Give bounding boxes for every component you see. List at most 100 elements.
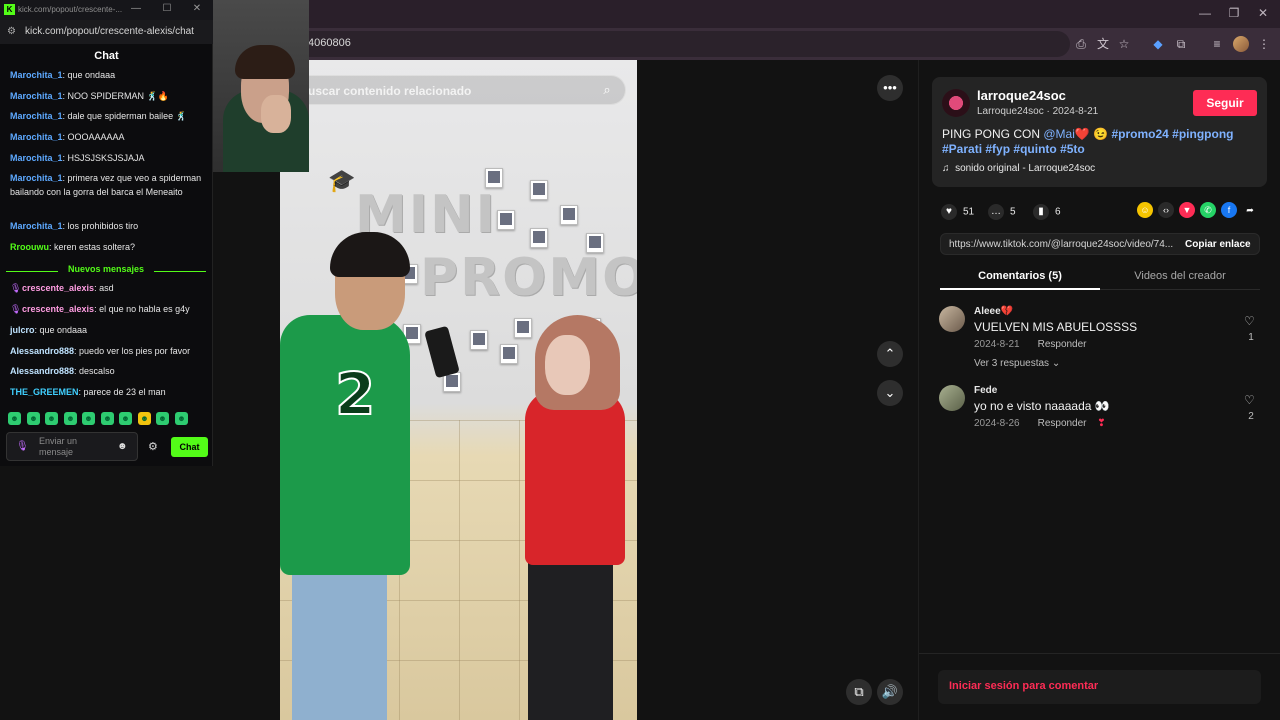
bookmark-icon[interactable]: ▮ xyxy=(1033,204,1049,220)
chat-username[interactable]: Marochita_1 xyxy=(10,70,63,80)
next-video-button[interactable]: ⌄ xyxy=(877,380,903,406)
chat-message: Marochita_1: que ondaaa xyxy=(10,68,208,82)
close-icon[interactable]: ✕ xyxy=(1254,6,1272,20)
login-to-comment-button[interactable]: Iniciar sesión para comentar xyxy=(938,670,1261,704)
url-field[interactable]: 4060806 xyxy=(290,31,1070,57)
hashtag-link[interactable]: #5to xyxy=(1060,142,1085,156)
url-text: 4060806 xyxy=(308,37,351,49)
copy-link-button[interactable]: Copiar enlace xyxy=(1185,239,1251,250)
reply-button[interactable]: Responder xyxy=(1038,339,1087,350)
follow-button[interactable]: Seguir xyxy=(1193,90,1257,116)
close-icon[interactable]: ✕ xyxy=(190,3,204,14)
chat-message-list[interactable]: Marochita_1: que ondaaa Marochita_1: NOO… xyxy=(0,68,213,404)
send-chat-button[interactable]: Chat xyxy=(171,437,208,457)
volume-icon[interactable]: 🔊 xyxy=(877,679,903,705)
emote-icon[interactable]: ☻ xyxy=(101,412,114,425)
chat-username[interactable]: Rroouwu xyxy=(10,242,49,252)
emote-icon[interactable]: ☻ xyxy=(175,412,188,425)
emoji-picker-icon[interactable]: ☻ xyxy=(117,441,128,452)
comment-icon[interactable]: … xyxy=(988,204,1004,220)
hashtag-link[interactable]: #pingpong xyxy=(1172,127,1233,141)
restore-icon[interactable]: ❐ xyxy=(1225,6,1243,20)
extension-icon[interactable]: ◆ xyxy=(1150,36,1166,52)
author-username[interactable]: larroque24soc xyxy=(977,88,1066,103)
chat-username[interactable]: THE_GREEMEN xyxy=(10,387,79,397)
hashtag-link[interactable]: #Parati xyxy=(942,142,982,156)
embed-icon[interactable]: ‹› xyxy=(1158,202,1174,218)
emote-icon[interactable]: ☻ xyxy=(45,412,58,425)
more-options-icon[interactable]: ••• xyxy=(877,75,903,101)
search-icon[interactable]: ⌕ xyxy=(599,82,615,98)
browser-menu-icon[interactable]: ⋮ xyxy=(1256,36,1272,52)
chat-settings-icon[interactable]: ⚙ xyxy=(148,440,158,453)
comment-stat[interactable]: … 5 xyxy=(988,204,1016,220)
chat-username[interactable]: Alessandro888 xyxy=(10,366,74,376)
emote-icon[interactable]: ☻ xyxy=(138,412,151,425)
emote-icon[interactable]: ☻ xyxy=(119,412,132,425)
caption-emoji: 😉 xyxy=(1093,127,1109,141)
translate-icon[interactable]: 文 xyxy=(1095,36,1111,52)
video-player[interactable]: MINI PROMO 🎓 2 xyxy=(280,60,637,720)
view-replies-button[interactable]: Ver 3 respuestas ⌄ xyxy=(974,358,1060,369)
media-control-icon[interactable]: ≡ xyxy=(1209,36,1225,52)
sound-link[interactable]: ♫ sonido original - Larroque24soc xyxy=(942,163,1095,174)
chat-username[interactable]: crescente_alexis xyxy=(22,304,94,314)
tab-creator-videos[interactable]: Videos del creador xyxy=(1100,266,1260,290)
chat-username[interactable]: Alessandro888 xyxy=(10,346,74,356)
save-stat[interactable]: ▮ 6 xyxy=(1033,204,1061,220)
floating-player-icon[interactable]: ⧉ xyxy=(846,679,872,705)
chat-username[interactable]: crescente_alexis xyxy=(22,283,94,293)
friends-share-icon[interactable]: ☺ xyxy=(1137,202,1153,218)
comment-text: yo no e visto naaaada 👀 xyxy=(974,399,1110,413)
profile-avatar[interactable] xyxy=(1233,36,1249,52)
heart-icon[interactable]: ♥ xyxy=(941,204,957,220)
previous-video-button[interactable]: ⌃ xyxy=(877,341,903,367)
emote-icon[interactable]: ☻ xyxy=(27,412,40,425)
send-to-friends-icon[interactable]: ▼ xyxy=(1179,202,1195,218)
maximize-icon[interactable]: ☐ xyxy=(160,3,174,14)
video-link[interactable]: https://www.tiktok.com/@larroque24soc/vi… xyxy=(949,239,1174,250)
chat-username[interactable]: Marochita_1 xyxy=(10,132,63,142)
chat-message-input[interactable]: 🎙 Enviar un mensaje ☻ xyxy=(6,432,138,461)
chat-username[interactable]: julcro xyxy=(10,325,35,335)
whatsapp-icon[interactable]: ✆ xyxy=(1200,202,1216,218)
chat-username[interactable]: Marochita_1 xyxy=(10,221,63,231)
facebook-icon[interactable]: f xyxy=(1221,202,1237,218)
share-arrow-icon[interactable]: ➦ xyxy=(1242,202,1258,218)
chat-username[interactable]: Marochita_1 xyxy=(10,173,63,183)
commenter-avatar[interactable] xyxy=(939,385,965,411)
caption-emoji: ❤️ xyxy=(1074,127,1090,141)
commenter-name[interactable]: Fede xyxy=(974,385,997,396)
emote-icon[interactable]: ☻ xyxy=(64,412,77,425)
related-search-input[interactable]: uscar contenido relacionado ⌕ xyxy=(290,75,626,105)
chat-text: : NOO SPIDERMAN 🕺🔥 xyxy=(62,91,169,101)
emote-icon[interactable]: ☻ xyxy=(82,412,95,425)
chat-message: julcro: que ondaaa xyxy=(10,323,208,337)
commenter-name[interactable]: Aleee💔 xyxy=(974,306,1013,317)
heart-outline-icon[interactable]: ♡ xyxy=(1244,393,1255,407)
reply-button[interactable]: Responder xyxy=(1038,418,1087,429)
emote-icon[interactable]: ☻ xyxy=(156,412,169,425)
chat-message: Marochita_1: HSJSJSKSJSJAJA xyxy=(10,151,208,165)
emote-icon[interactable]: ☻ xyxy=(8,412,21,425)
tab-comments[interactable]: Comentarios (5) xyxy=(940,266,1100,290)
author-avatar[interactable] xyxy=(942,89,970,117)
chat-username[interactable]: Marochita_1 xyxy=(10,91,63,101)
chat-username[interactable]: Marochita_1 xyxy=(10,153,63,163)
bookmark-star-icon[interactable]: ☆ xyxy=(1116,36,1132,52)
minimize-icon[interactable]: — xyxy=(1196,6,1214,20)
heart-outline-icon[interactable]: ♡ xyxy=(1244,314,1255,328)
chat-text: : puedo ver los pies por favor xyxy=(74,346,191,356)
hashtag-link[interactable]: #promo24 xyxy=(1111,127,1168,141)
caption-mention[interactable]: @Mai xyxy=(1043,127,1075,141)
site-info-icon[interactable]: ⚙ xyxy=(7,26,16,37)
minimize-icon[interactable]: — xyxy=(129,3,143,14)
like-stat[interactable]: ♥ 51 xyxy=(941,204,974,220)
extensions-puzzle-icon[interactable]: ⧉ xyxy=(1173,36,1189,52)
chat-url[interactable]: kick.com/popout/crescente-alexis/chat xyxy=(25,26,194,37)
chat-username[interactable]: Marochita_1 xyxy=(10,111,63,121)
hashtag-link[interactable]: #quinto xyxy=(1013,142,1056,156)
hashtag-link[interactable]: #fyp xyxy=(985,142,1010,156)
install-app-icon[interactable]: ⎙ xyxy=(1073,36,1089,52)
commenter-avatar[interactable] xyxy=(939,306,965,332)
